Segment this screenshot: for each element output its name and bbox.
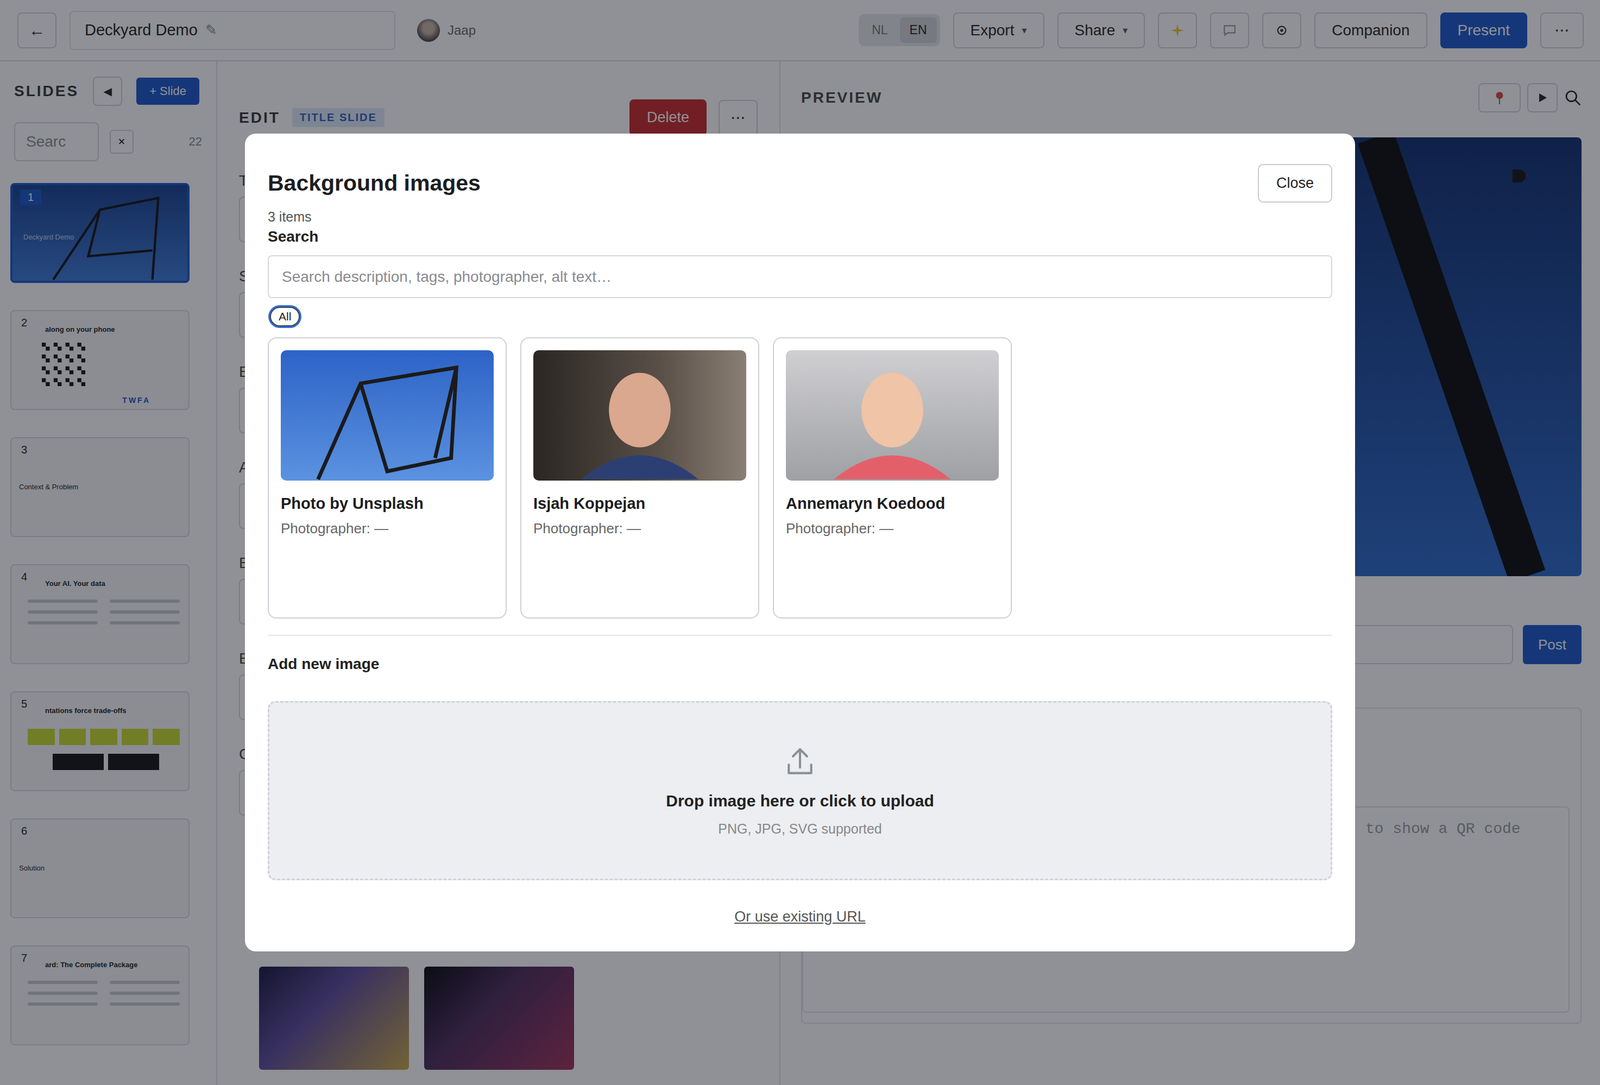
image-card[interactable]: Annemaryn Koedood Photographer: — [772,337,1012,619]
image-thumbnail [280,350,494,481]
portrait-icon [533,350,747,481]
portrait-icon [785,350,999,481]
item-count: 3 items [267,209,1333,225]
frame-icon [280,350,494,481]
image-title: Isjah Koppejan [533,494,747,513]
search-label: Search [267,228,1333,246]
close-button[interactable]: Close [1257,164,1333,203]
image-search-field[interactable]: Search description, tags, photographer, … [267,255,1333,299]
use-url-link[interactable]: Or use existing URL [734,908,866,926]
image-photographer: Photographer: — [280,520,494,538]
add-image-heading: Add new image [267,655,1333,673]
upload-icon [783,745,817,779]
modal-backdrop[interactable]: Background images Close 3 items Search Searc… [0,0,1600,1085]
image-title: Photo by Unsplash [280,494,494,513]
upload-formats: PNG, JPG, SVG supported [717,821,883,837]
background-images-dialog: Background images Close 3 items Search Searc… [244,133,1356,952]
image-title: Annemaryn Koedood [785,494,999,513]
upload-prompt: Drop image here or click to upload [665,791,934,811]
image-card[interactable]: Isjah Koppejan Photographer: — [520,337,760,619]
image-card[interactable]: Photo by Unsplash Photographer: — [267,337,507,619]
upload-dropzone[interactable]: Drop image here or click to upload PNG, J… [267,701,1333,881]
image-grid: Photo by UnsplashPhotographer: —Isjah Ko… [267,337,1333,619]
filter-chips: All [267,306,1333,327]
image-thumbnail [533,350,747,481]
dialog-header: Background images Close [267,164,1333,203]
dialog-title: Background images [267,170,481,197]
filter-chip[interactable]: All [269,306,300,327]
image-thumbnail [785,350,999,481]
app: ←Deckyard Demo✎JaapNLENExport▾Share▾Comp… [0,0,1600,1085]
image-photographer: Photographer: — [533,520,747,538]
divider [267,634,1333,636]
image-photographer: Photographer: — [785,520,999,538]
